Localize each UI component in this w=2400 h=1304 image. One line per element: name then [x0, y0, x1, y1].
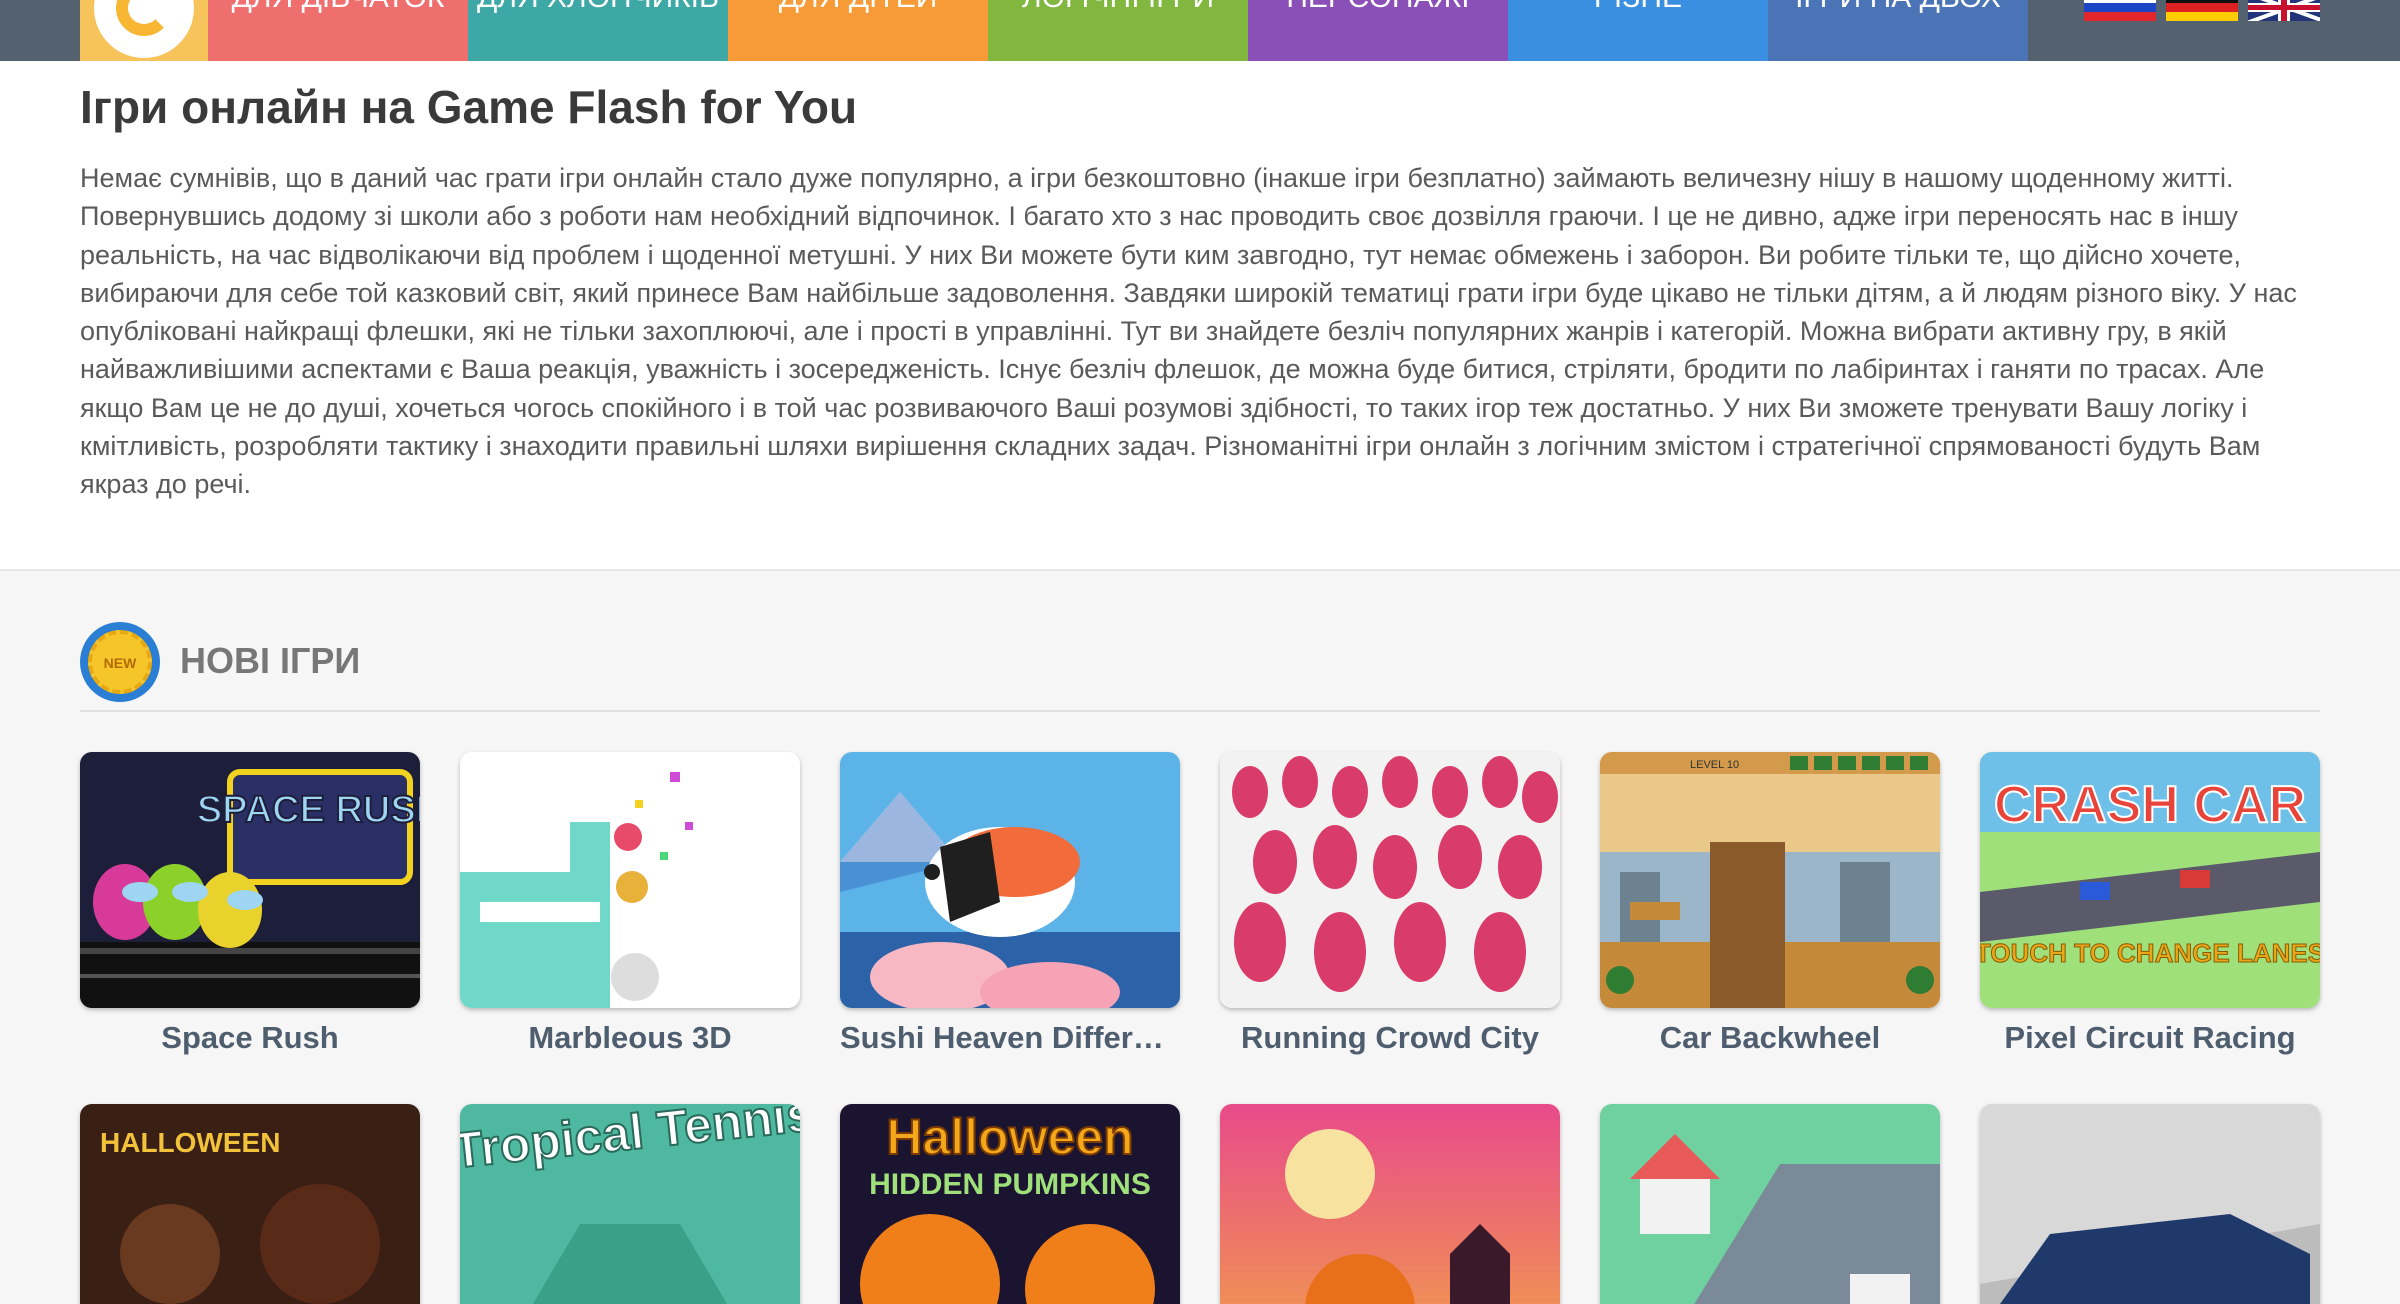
- game-thumbnail[interactable]: LEVEL 10: [1600, 752, 1940, 1008]
- game-title[interactable]: Marbleous 3D: [460, 1020, 800, 1056]
- site-logo[interactable]: [80, 0, 208, 61]
- game-thumbnail[interactable]: HALLOWEEN: [80, 1104, 420, 1304]
- intro-text: Немає сумнівів, що в даний час грати ігр…: [80, 163, 2297, 500]
- thumbnail-text: Halloween: [886, 1109, 1133, 1165]
- page-title: Ігри онлайн на Game Flash for You: [80, 81, 858, 133]
- game-title[interactable]: Space Rush: [80, 1020, 420, 1056]
- game-title[interactable]: Pixel Circuit Racing: [1980, 1020, 2320, 1056]
- ru-flag-icon[interactable]: [2084, 0, 2156, 21]
- top-navigation: Для дівчаток Для хлопчиків Для дітей Лог…: [0, 0, 2400, 61]
- nav-item-kids[interactable]: Для дітей: [728, 0, 988, 61]
- game-title[interactable]: Sushi Heaven Difference: [840, 1020, 1180, 1056]
- game-thumbnail[interactable]: Tropical Tennis: [460, 1104, 800, 1304]
- game-thumbnail[interactable]: [1980, 1104, 2320, 1304]
- game-thumbnail[interactable]: [1220, 752, 1560, 1008]
- nav-item-girls[interactable]: Для дівчаток: [208, 0, 468, 61]
- refresh-arrow-logo-icon: [94, 0, 194, 58]
- thumbnail-subtext: HIDDEN PUMPKINS: [869, 1168, 1151, 1201]
- section-divider: [80, 710, 2320, 712]
- nav-item-logic-games[interactable]: Логічні ігри: [988, 0, 1248, 61]
- game-title[interactable]: Car Backwheel: [1600, 1020, 1940, 1056]
- game-thumbnail[interactable]: Halloween HIDDEN PUMPKINS: [840, 1104, 1180, 1304]
- de-flag-icon[interactable]: [2166, 0, 2238, 21]
- game-thumbnail[interactable]: CRASH CAR TOUCH TO CHANGE LANES: [1980, 752, 2320, 1008]
- game-thumbnail[interactable]: [1220, 1104, 1560, 1304]
- game-thumbnail[interactable]: [460, 752, 800, 1008]
- thumbnail-text: SPACE RUSH: [197, 789, 420, 831]
- game-thumbnail[interactable]: [1600, 1104, 1940, 1304]
- thumbnail-text: HALLOWEEN: [100, 1127, 280, 1158]
- thumbnail-text: CRASH CAR: [1994, 776, 2306, 834]
- nav-item-misc[interactable]: Різне: [1508, 0, 1768, 61]
- gb-flag-icon[interactable]: [2248, 0, 2320, 21]
- game-thumbnail[interactable]: SPACE RUSH: [80, 752, 420, 1008]
- nav-item-two-players[interactable]: Ігри на двох: [1768, 0, 2028, 61]
- new-badge-icon: NEW: [80, 622, 160, 702]
- nav-item-boys[interactable]: Для хлопчиків: [468, 0, 728, 61]
- game-thumbnail[interactable]: [840, 752, 1180, 1008]
- thumbnail-text: LEVEL 10: [1690, 759, 1739, 771]
- section-title: НОВІ ІГРИ: [180, 640, 361, 681]
- game-title[interactable]: Running Crowd City: [1220, 1020, 1560, 1056]
- thumbnail-subtext: TOUCH TO CHANGE LANES: [1980, 938, 2320, 968]
- nav-item-characters[interactable]: Персонажі: [1248, 0, 1508, 61]
